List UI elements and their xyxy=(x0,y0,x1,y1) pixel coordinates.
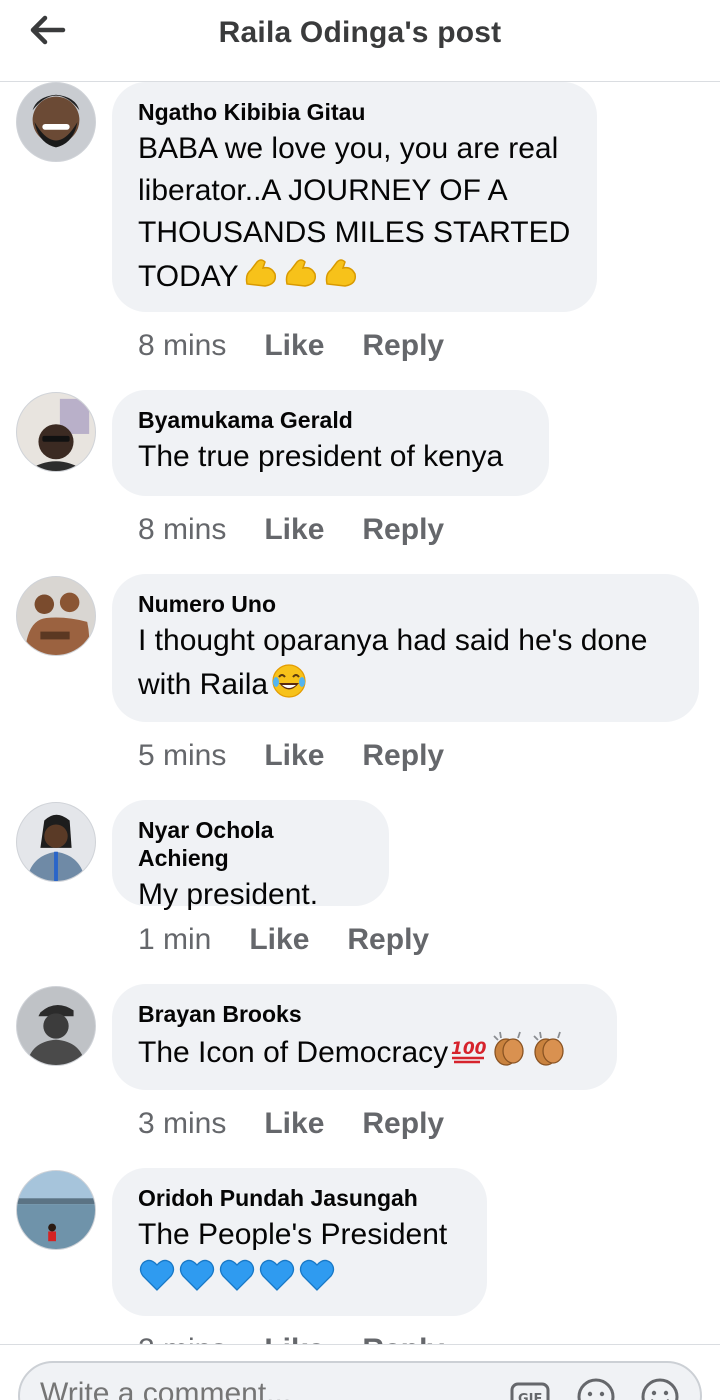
comment-bubble[interactable]: Nyar Ochola Achieng My president. xyxy=(112,800,389,911)
comment-time[interactable]: 3 mins xyxy=(138,1106,226,1142)
comment-line: liberator..A JOURNEY OF A xyxy=(138,174,508,207)
comment-time[interactable]: 8 mins xyxy=(138,512,226,548)
comment-author[interactable]: Brayan Brooks xyxy=(138,1000,591,1028)
comment-time[interactable]: 8 mins xyxy=(138,328,226,364)
comment-time[interactable]: 2 mins xyxy=(138,1332,226,1344)
comment-time[interactable]: 5 mins xyxy=(138,738,226,774)
comment-input[interactable] xyxy=(40,1377,500,1400)
comment-actions: 2 mins Like Reply xyxy=(138,1332,482,1344)
comment-text: I thought oparanya had said he's done wi… xyxy=(138,620,673,706)
comment-time[interactable]: 1 min xyxy=(138,922,211,958)
comment-line: The true president of kenya xyxy=(138,440,504,473)
reply-button[interactable]: Reply xyxy=(362,512,444,548)
comment-author[interactable]: Byamukama Gerald xyxy=(138,406,523,434)
avatar[interactable] xyxy=(16,576,96,656)
reply-button[interactable]: Reply xyxy=(347,922,429,958)
like-button[interactable]: Like xyxy=(264,512,324,548)
like-button[interactable]: Like xyxy=(249,922,309,958)
comment-bubble[interactable]: Ngatho Kibibia Gitau BABA we love you, y… xyxy=(112,82,597,312)
comment-list: Ngatho Kibibia Gitau BABA we love you, y… xyxy=(0,82,720,1344)
flexed-biceps-icon xyxy=(241,254,279,292)
blue-heart-icon xyxy=(218,1256,256,1294)
comment-text: My president. xyxy=(138,874,363,916)
flexed-biceps-icon xyxy=(281,254,319,292)
reply-button[interactable]: Reply xyxy=(362,1106,444,1142)
comment-line: The People's President xyxy=(138,1218,448,1251)
comment-author[interactable]: Ngatho Kibibia Gitau xyxy=(138,98,571,126)
gif-icon[interactable]: GIF xyxy=(508,1375,552,1400)
comment-text: The Icon of Democracy 100 xyxy=(138,1030,591,1074)
comment-bubble[interactable]: Byamukama Gerald The true president of k… xyxy=(112,390,549,496)
reply-button[interactable]: Reply xyxy=(362,328,444,364)
flexed-biceps-icon xyxy=(321,254,359,292)
like-button[interactable]: Like xyxy=(264,1106,324,1142)
comment-line: TODAY xyxy=(138,260,239,293)
avatar[interactable] xyxy=(16,82,96,162)
svg-text:100: 100 xyxy=(451,1039,487,1059)
blue-heart-icon xyxy=(138,1256,176,1294)
comment-input-box[interactable]: GIF xyxy=(18,1361,702,1400)
comment-line: I thought oparanya had said he's done xyxy=(138,624,648,657)
comment-bubble[interactable]: Numero Uno I thought oparanya had said h… xyxy=(112,574,699,722)
comment-author[interactable]: Nyar Ochola Achieng xyxy=(138,816,363,872)
comment-text: BABA we love you, you are real liberator… xyxy=(138,128,571,298)
comment-actions: 3 mins Like Reply xyxy=(138,1106,482,1142)
comment-text: The true president of kenya xyxy=(138,436,523,478)
like-button[interactable]: Like xyxy=(264,738,324,774)
top-bar: Raila Odinga's post xyxy=(0,0,720,82)
comment-actions: 8 mins Like Reply xyxy=(138,328,482,364)
page-title: Raila Odinga's post xyxy=(218,16,502,49)
comment-actions: 1 min Like Reply xyxy=(138,922,467,958)
comment-actions: 8 mins Like Reply xyxy=(138,512,482,548)
blue-heart-icon xyxy=(298,1256,336,1294)
comment-text: The People's President xyxy=(138,1214,461,1300)
tears-of-joy-icon xyxy=(270,662,308,700)
like-button[interactable]: Like xyxy=(264,328,324,364)
blue-heart-icon xyxy=(178,1256,216,1294)
comment-line: My president. xyxy=(138,878,319,911)
svg-text:GIF: GIF xyxy=(518,1392,542,1400)
comment-bubble[interactable]: Oridoh Pundah Jasungah The People's Pres… xyxy=(112,1168,487,1316)
comment-line: BABA we love you, you are real xyxy=(138,132,559,165)
comment-line: THOUSANDS MILES STARTED xyxy=(138,216,571,249)
avatar[interactable] xyxy=(16,392,96,472)
comment-line: The Icon of Democracy xyxy=(138,1036,449,1069)
clapping-hands-icon xyxy=(530,1030,568,1068)
comment-line: with Raila xyxy=(138,668,269,701)
comment-actions: 5 mins Like Reply xyxy=(138,738,482,774)
comment-composer: GIF xyxy=(0,1344,720,1400)
avatar[interactable] xyxy=(16,802,96,882)
avatar[interactable] xyxy=(16,986,96,1066)
emoji-icon[interactable] xyxy=(638,1375,682,1400)
comment-author[interactable]: Oridoh Pundah Jasungah xyxy=(138,1184,461,1212)
reply-button[interactable]: Reply xyxy=(362,1332,444,1344)
comment-bubble[interactable]: Brayan Brooks The Icon of Democracy 100 xyxy=(112,984,617,1090)
avatar[interactable] xyxy=(16,1170,96,1250)
clapping-hands-icon xyxy=(490,1030,528,1068)
like-button[interactable]: Like xyxy=(264,1332,324,1344)
sticker-icon[interactable] xyxy=(574,1375,618,1400)
hundred-points-icon: 100 xyxy=(450,1030,488,1068)
reply-button[interactable]: Reply xyxy=(362,738,444,774)
comment-author[interactable]: Numero Uno xyxy=(138,590,673,618)
blue-heart-icon xyxy=(258,1256,296,1294)
